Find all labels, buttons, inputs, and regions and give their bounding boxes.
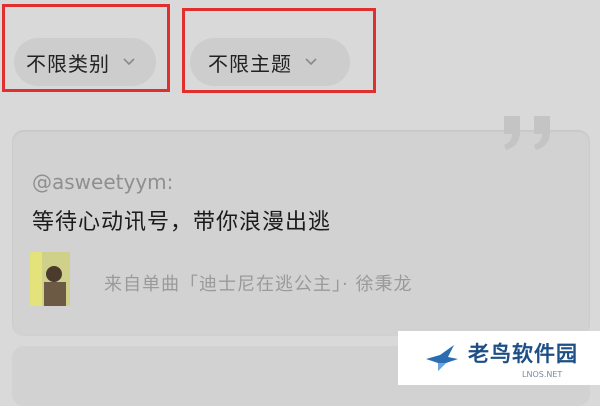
album-cover-thumbnail[interactable]	[30, 252, 70, 306]
highlight-box-theme	[182, 8, 376, 93]
comment-text: 等待心动讯号，带你浪漫出逃	[32, 210, 332, 235]
bird-logo-icon	[426, 345, 458, 371]
quote-icon	[504, 116, 550, 150]
highlight-box-category	[2, 4, 170, 92]
comment-card[interactable]: @asweetyym: 等待心动讯号，带你浪漫出逃 来自单曲「迪士尼在逃公主」·…	[12, 130, 590, 336]
site-watermark: 老鸟软件园 LNOS.NET	[398, 331, 600, 385]
watermark-url: LNOS.NET	[522, 369, 563, 379]
watermark-name: 老鸟软件园	[468, 341, 578, 366]
song-source-text[interactable]: 来自单曲「迪士尼在逃公主」· 徐秉龙	[104, 270, 412, 296]
comment-author[interactable]: @asweetyym:	[32, 170, 173, 194]
